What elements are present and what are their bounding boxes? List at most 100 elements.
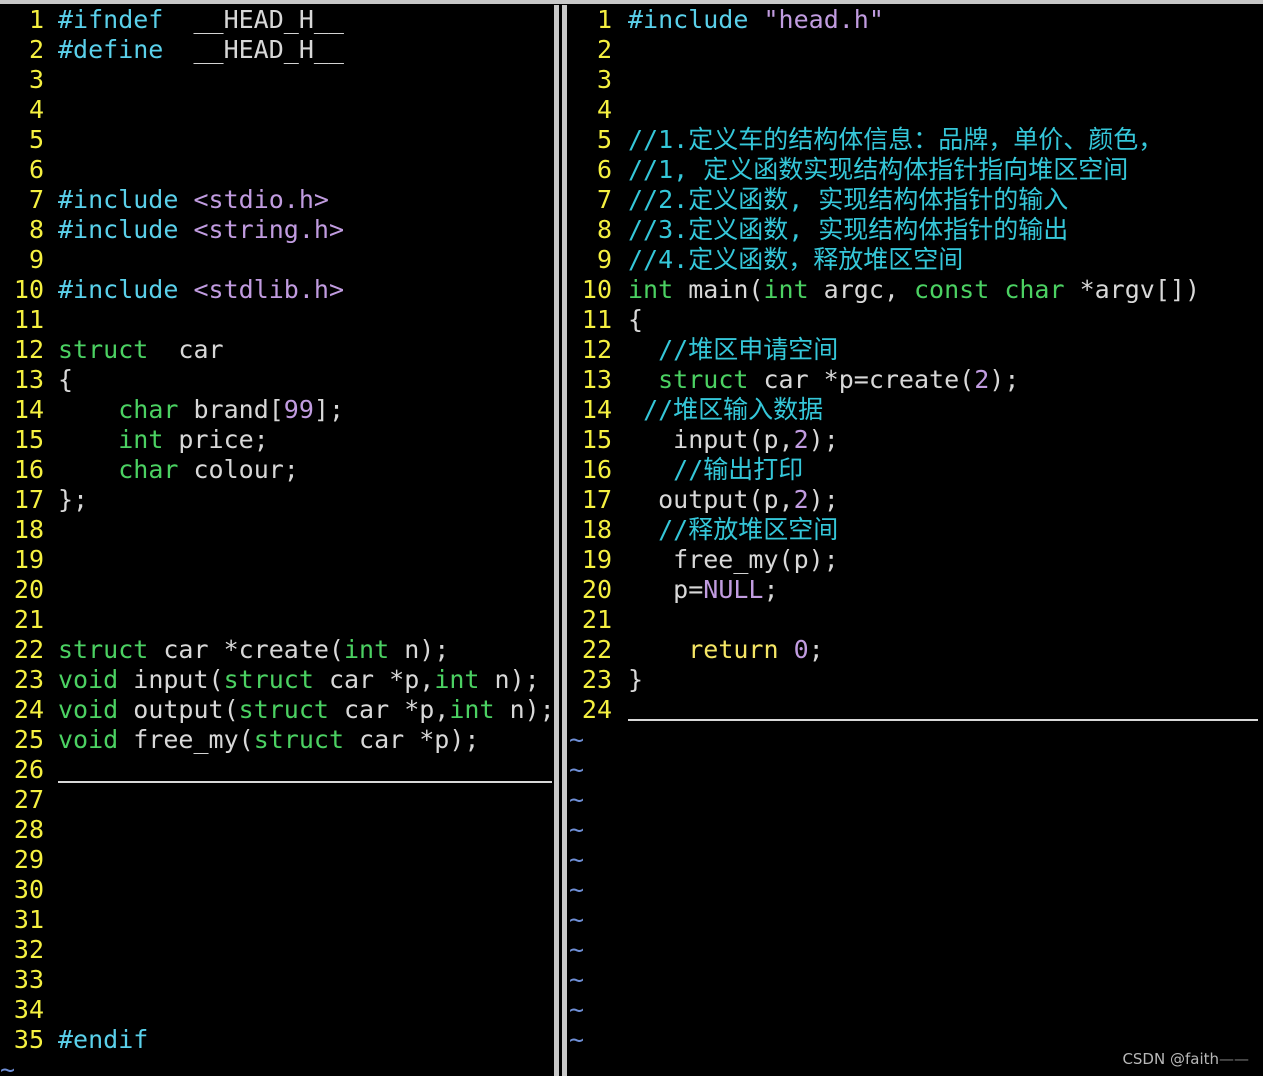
line-number: 4 bbox=[28, 95, 44, 124]
code-text: #define __HEAD_H__ bbox=[58, 35, 344, 65]
code-token: output( bbox=[118, 695, 239, 724]
line-number: 7 bbox=[28, 185, 44, 214]
line-number: 26 bbox=[13, 755, 44, 784]
code-token: 99 bbox=[283, 395, 314, 424]
code-token: char bbox=[1004, 275, 1065, 304]
line-number: 8 bbox=[28, 215, 44, 244]
cursor-line-underline bbox=[628, 719, 1258, 721]
code-text: void output(struct car *p,int n); bbox=[58, 695, 553, 725]
tilde-marker: ~ bbox=[569, 845, 585, 874]
code-token: #include bbox=[58, 215, 179, 244]
code-token: int bbox=[628, 275, 674, 304]
code-text: void free_my(struct car *p); bbox=[58, 725, 479, 755]
line-number: 5 bbox=[28, 125, 44, 154]
code-token: //2.定义函数, 实现结构体指针的输入 bbox=[628, 185, 1069, 214]
code-token: int bbox=[449, 695, 495, 724]
code-token: *argv[]) bbox=[1064, 275, 1200, 304]
code-token: output(p, bbox=[628, 485, 794, 514]
code-text: int price; bbox=[58, 425, 269, 455]
code-token: void bbox=[58, 725, 119, 754]
code-token: free_my(p); bbox=[628, 545, 839, 574]
line-number: 1 bbox=[596, 5, 612, 34]
code-token: #endif bbox=[58, 1025, 149, 1054]
code-text: //释放堆区空间 bbox=[628, 515, 838, 545]
line-number: 19 bbox=[581, 545, 612, 574]
line-number: 12 bbox=[581, 335, 612, 364]
code-text: #include "head.h" bbox=[628, 5, 884, 35]
tilde-marker: ~ bbox=[569, 935, 585, 964]
editor-pane-head-h[interactable]: 1 #ifndef __HEAD_H__ 2 #define __HEAD_H__ 3 4… bbox=[0, 5, 553, 1076]
code-token: void bbox=[58, 665, 119, 694]
editor-pane-main-c[interactable]: 1 #include "head.h" 2 3 4 5//1.定义车的结构体信息：品牌，单… bbox=[569, 5, 1263, 1076]
line-number: 31 bbox=[13, 905, 44, 934]
line-number: 2 bbox=[28, 35, 44, 64]
line-number: 7 bbox=[596, 185, 612, 214]
line-number: 20 bbox=[13, 575, 44, 604]
code-token: #include bbox=[58, 185, 179, 214]
divider-bar bbox=[554, 5, 559, 1076]
code-token: //1.定义车的结构体信息：品牌，单价、颜色， bbox=[628, 125, 1164, 154]
code-token: int bbox=[118, 425, 164, 454]
tilde-marker: ~ bbox=[569, 725, 585, 754]
code-token: //堆区输入数据 bbox=[643, 395, 824, 424]
line-number: 22 bbox=[13, 635, 44, 664]
line-number: 8 bbox=[596, 215, 612, 244]
line-number: 10 bbox=[581, 275, 612, 304]
line-number: 29 bbox=[13, 845, 44, 874]
code-text: //3.定义函数, 实现结构体指针的输出 bbox=[628, 215, 1068, 245]
line-number: 25 bbox=[13, 725, 44, 754]
tilde-marker: ~ bbox=[569, 965, 585, 994]
code-token: char bbox=[118, 455, 179, 484]
code-token: p= bbox=[628, 575, 704, 604]
code-token: }; bbox=[58, 485, 89, 514]
code-token: __HEAD_H__ bbox=[163, 35, 344, 64]
line-number: 16 bbox=[581, 455, 612, 484]
line-number: 14 bbox=[13, 395, 44, 424]
line-number: 11 bbox=[13, 305, 44, 334]
code-token: <stdlib.h> bbox=[193, 275, 344, 304]
code-token: free_my( bbox=[118, 725, 254, 754]
line-number: 11 bbox=[581, 305, 612, 334]
code-token: struct bbox=[253, 725, 344, 754]
line-number: 13 bbox=[13, 365, 44, 394]
code-token: input( bbox=[118, 665, 224, 694]
code-token: n); bbox=[389, 635, 450, 664]
code-token: ; bbox=[808, 635, 824, 664]
code-token: NULL bbox=[703, 575, 764, 604]
cursor-line-underline bbox=[58, 781, 552, 783]
code-token: 0 bbox=[793, 635, 809, 664]
code-token: car *p=create( bbox=[748, 365, 975, 394]
code-text: input(p,2); bbox=[628, 425, 839, 455]
tilde-marker: ~ bbox=[569, 785, 585, 814]
code-token: struct bbox=[238, 695, 329, 724]
code-text: //堆区申请空间 bbox=[628, 335, 838, 365]
line-number: 4 bbox=[596, 95, 612, 124]
code-text: }; bbox=[58, 485, 88, 515]
code-text: struct car *p=create(2); bbox=[628, 365, 1019, 395]
code-text: return 0; bbox=[628, 635, 824, 665]
line-number: 18 bbox=[581, 515, 612, 544]
line-number: 15 bbox=[13, 425, 44, 454]
line-number: 24 bbox=[13, 695, 44, 724]
code-token: int bbox=[763, 275, 809, 304]
code-token: struct bbox=[658, 365, 749, 394]
code-text: char brand[99]; bbox=[58, 395, 344, 425]
code-token: <string.h> bbox=[193, 215, 344, 244]
line-number: 28 bbox=[13, 815, 44, 844]
vertical-split-divider[interactable] bbox=[553, 5, 569, 1076]
code-token: const bbox=[913, 275, 990, 304]
window-top-border bbox=[0, 0, 1263, 4]
code-token: car *p, bbox=[313, 665, 435, 694]
code-token: int bbox=[434, 665, 480, 694]
line-number: 5 bbox=[596, 125, 612, 154]
tilde-marker: ~ bbox=[569, 1025, 585, 1054]
tilde-marker: ~ bbox=[0, 1055, 16, 1076]
line-number: 14 bbox=[581, 395, 612, 424]
code-token: ); bbox=[989, 365, 1020, 394]
